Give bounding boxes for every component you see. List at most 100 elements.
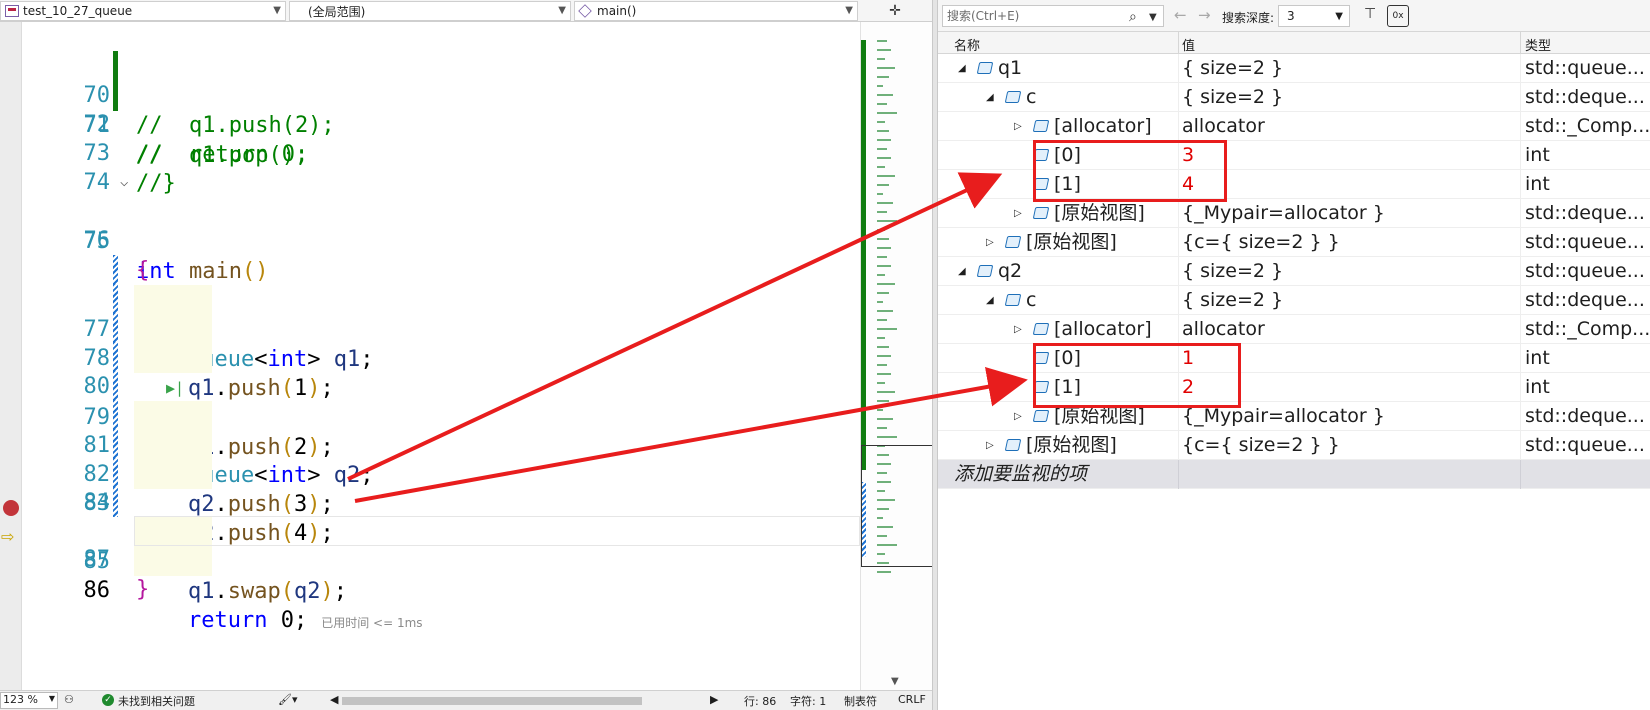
current-code-line[interactable]: 86 return 0; 已用时间 <= 1ms: [22, 486, 860, 633]
search-next-icon[interactable]: →: [1198, 6, 1211, 24]
code-line[interactable]: 73 //}: [22, 109, 860, 196]
code-line[interactable]: 77 queue<int> q1;: [22, 225, 860, 372]
watch-type: std::queue...: [1525, 57, 1645, 79]
code-line[interactable]: 70 // q1.push(2);: [22, 22, 860, 138]
minimap-scrollbar[interactable]: ▼: [860, 22, 933, 690]
glyph-margin[interactable]: ⇨: [0, 22, 22, 690]
variable-icon: [1032, 120, 1050, 132]
scroll-right-icon[interactable]: ▶: [710, 693, 718, 706]
watch-value[interactable]: { size=2 }: [1182, 54, 1283, 83]
collapsed-triangle-icon[interactable]: ▷: [1014, 112, 1022, 141]
watch-type: int: [1525, 347, 1550, 369]
code-area[interactable]: 70 // q1.push(2); 71 // q1.pop(); 72 // …: [22, 22, 860, 690]
watch-value[interactable]: {c={ size=2 } }: [1182, 228, 1340, 257]
code-line[interactable]: 82 q2.push(3);: [22, 370, 860, 517]
search-icon[interactable]: ⌕: [1129, 7, 1137, 27]
scope-name: (全局范围): [308, 4, 366, 19]
chevron-down-icon: ▼: [558, 5, 566, 16]
line-position[interactable]: 行: 86: [744, 693, 776, 709]
code-line[interactable]: 74: [22, 138, 860, 195]
line-ending[interactable]: CRLF: [898, 693, 926, 706]
code-line[interactable]: 85 q1.swap(q2);: [22, 457, 860, 604]
live-share-icon[interactable]: ⚇: [64, 693, 74, 706]
watch-value[interactable]: { size=2 }: [1182, 257, 1283, 286]
code-line[interactable]: 72 // return 0;: [22, 80, 860, 167]
watch-value[interactable]: allocator: [1182, 112, 1265, 141]
watch-name: c: [1026, 289, 1037, 311]
watch-row[interactable]: ◢ q2 { size=2 } std::queue...: [938, 257, 1650, 286]
expanded-triangle-icon[interactable]: ◢: [986, 286, 994, 315]
watch-row[interactable]: ◢ q1 { size=2 } std::queue...: [938, 54, 1650, 83]
scroll-down-icon[interactable]: ▼: [891, 676, 899, 687]
code-line[interactable]: 71 // q1.pop();: [22, 51, 860, 168]
watch-name: [allocator]: [1054, 115, 1152, 137]
code-line[interactable]: 78 q1.push(1);: [22, 254, 860, 401]
watch-row[interactable]: ▷ [allocator] allocator std::_Comp...: [938, 112, 1650, 141]
collapsed-triangle-icon[interactable]: ▷: [1014, 402, 1022, 431]
column-header-value[interactable]: 值: [1182, 35, 1195, 54]
watch-row[interactable]: ▷ [原始视图] {_Mypair=allocator } std::deque...: [938, 199, 1650, 228]
check-icon: ✓: [102, 694, 114, 706]
chevron-down-icon: ▼: [48, 694, 55, 703]
split-icon[interactable]: ✛: [860, 1, 930, 21]
project-dropdown[interactable]: test_10_27_queue ▼: [0, 1, 286, 21]
collapsed-triangle-icon[interactable]: ▷: [986, 228, 994, 257]
watch-value[interactable]: {_Mypair=allocator }: [1182, 199, 1385, 228]
collapsed-triangle-icon[interactable]: ▷: [1014, 199, 1022, 228]
expanded-triangle-icon[interactable]: ◢: [958, 257, 966, 286]
collapsed-triangle-icon[interactable]: ▷: [986, 431, 994, 460]
code-line[interactable]: 81 queue<int> q2;: [22, 341, 860, 488]
indent-mode[interactable]: 制表符: [844, 693, 877, 709]
code-line[interactable]: 80: [22, 312, 860, 399]
add-watch-item[interactable]: 添加要监视的项: [938, 460, 1650, 489]
watch-type: int: [1525, 173, 1550, 195]
search-input[interactable]: 搜索(Ctrl+E) ⌕ ▼: [942, 5, 1164, 27]
execution-pointer-icon: ⇨: [1, 527, 15, 546]
collapsed-triangle-icon[interactable]: ▷: [1014, 315, 1022, 344]
watch-value[interactable]: allocator: [1182, 315, 1265, 344]
fold-chevron-icon[interactable]: ⌵: [120, 167, 128, 197]
watch-type: std::deque...: [1525, 289, 1645, 311]
watch-row[interactable]: ▷ [原始视图] {c={ size=2 } } std::queue...: [938, 228, 1650, 257]
code-line[interactable]: 83 q2.push(4);: [22, 399, 860, 546]
code-editor[interactable]: test_10_27_queue ▼ (全局范围) ▼ main() ▼ ✛ ⇨…: [0, 0, 933, 710]
watch-row[interactable]: ◢ c { size=2 } std::deque...: [938, 83, 1650, 112]
perf-tip[interactable]: 已用时间 <= 1ms: [321, 616, 422, 630]
zoom-dropdown[interactable]: 123 % ▼: [0, 692, 58, 709]
code-line[interactable]: 87 }: [22, 515, 860, 602]
project-icon: [5, 5, 19, 17]
hex-display-icon[interactable]: 0x: [1387, 5, 1409, 27]
scope-dropdown[interactable]: (全局范围) ▼: [289, 1, 571, 21]
search-previous-icon[interactable]: ←: [1174, 6, 1187, 24]
watch-row[interactable]: ◢ c { size=2 } std::deque...: [938, 286, 1650, 315]
search-depth-label: 搜索深度:: [1222, 11, 1275, 25]
watch-row[interactable]: ▷ [原始视图] {c={ size=2 } } std::queue...: [938, 431, 1650, 460]
chevron-down-icon[interactable]: ▼: [1149, 8, 1157, 28]
watch-type: std::queue...: [1525, 434, 1645, 456]
code-cleanup-icon[interactable]: 🖌▾: [278, 693, 298, 706]
code-text: return 0; 已用时间 <= 1ms: [188, 608, 423, 633]
member-dropdown[interactable]: main() ▼: [574, 1, 858, 21]
scroll-thumb[interactable]: [342, 697, 642, 705]
column-header-name[interactable]: 名称: [954, 35, 980, 54]
watch-type: std::deque...: [1525, 405, 1645, 427]
code-line[interactable]: ⌵ 75 int main(): [22, 167, 860, 284]
watch-value[interactable]: {c={ size=2 } }: [1182, 431, 1340, 460]
column-header-type[interactable]: 类型: [1525, 35, 1551, 54]
watch-row[interactable]: ▷ [allocator] allocator std::_Comp...: [938, 315, 1650, 344]
issues-status[interactable]: 未找到相关问题: [118, 693, 195, 709]
watch-value[interactable]: { size=2 }: [1182, 286, 1283, 315]
watch-name: [原始视图]: [1026, 434, 1117, 456]
code-line[interactable]: 76 {: [22, 196, 860, 283]
minimap-viewport[interactable]: [861, 445, 933, 567]
code-line[interactable]: ▶| 79 q1.push(2);: [22, 283, 860, 460]
pin-icon[interactable]: ⊤: [1364, 6, 1376, 22]
code-line[interactable]: 84: [22, 428, 860, 515]
watch-value[interactable]: { size=2 }: [1182, 83, 1283, 112]
expanded-triangle-icon[interactable]: ◢: [986, 83, 994, 112]
breakpoint-icon[interactable]: [3, 500, 19, 516]
search-depth-dropdown[interactable]: 3 ▼: [1278, 5, 1350, 27]
char-position[interactable]: 字符: 1: [790, 693, 826, 709]
horizontal-scrollbar[interactable]: [330, 697, 710, 705]
expanded-triangle-icon[interactable]: ◢: [958, 54, 966, 83]
